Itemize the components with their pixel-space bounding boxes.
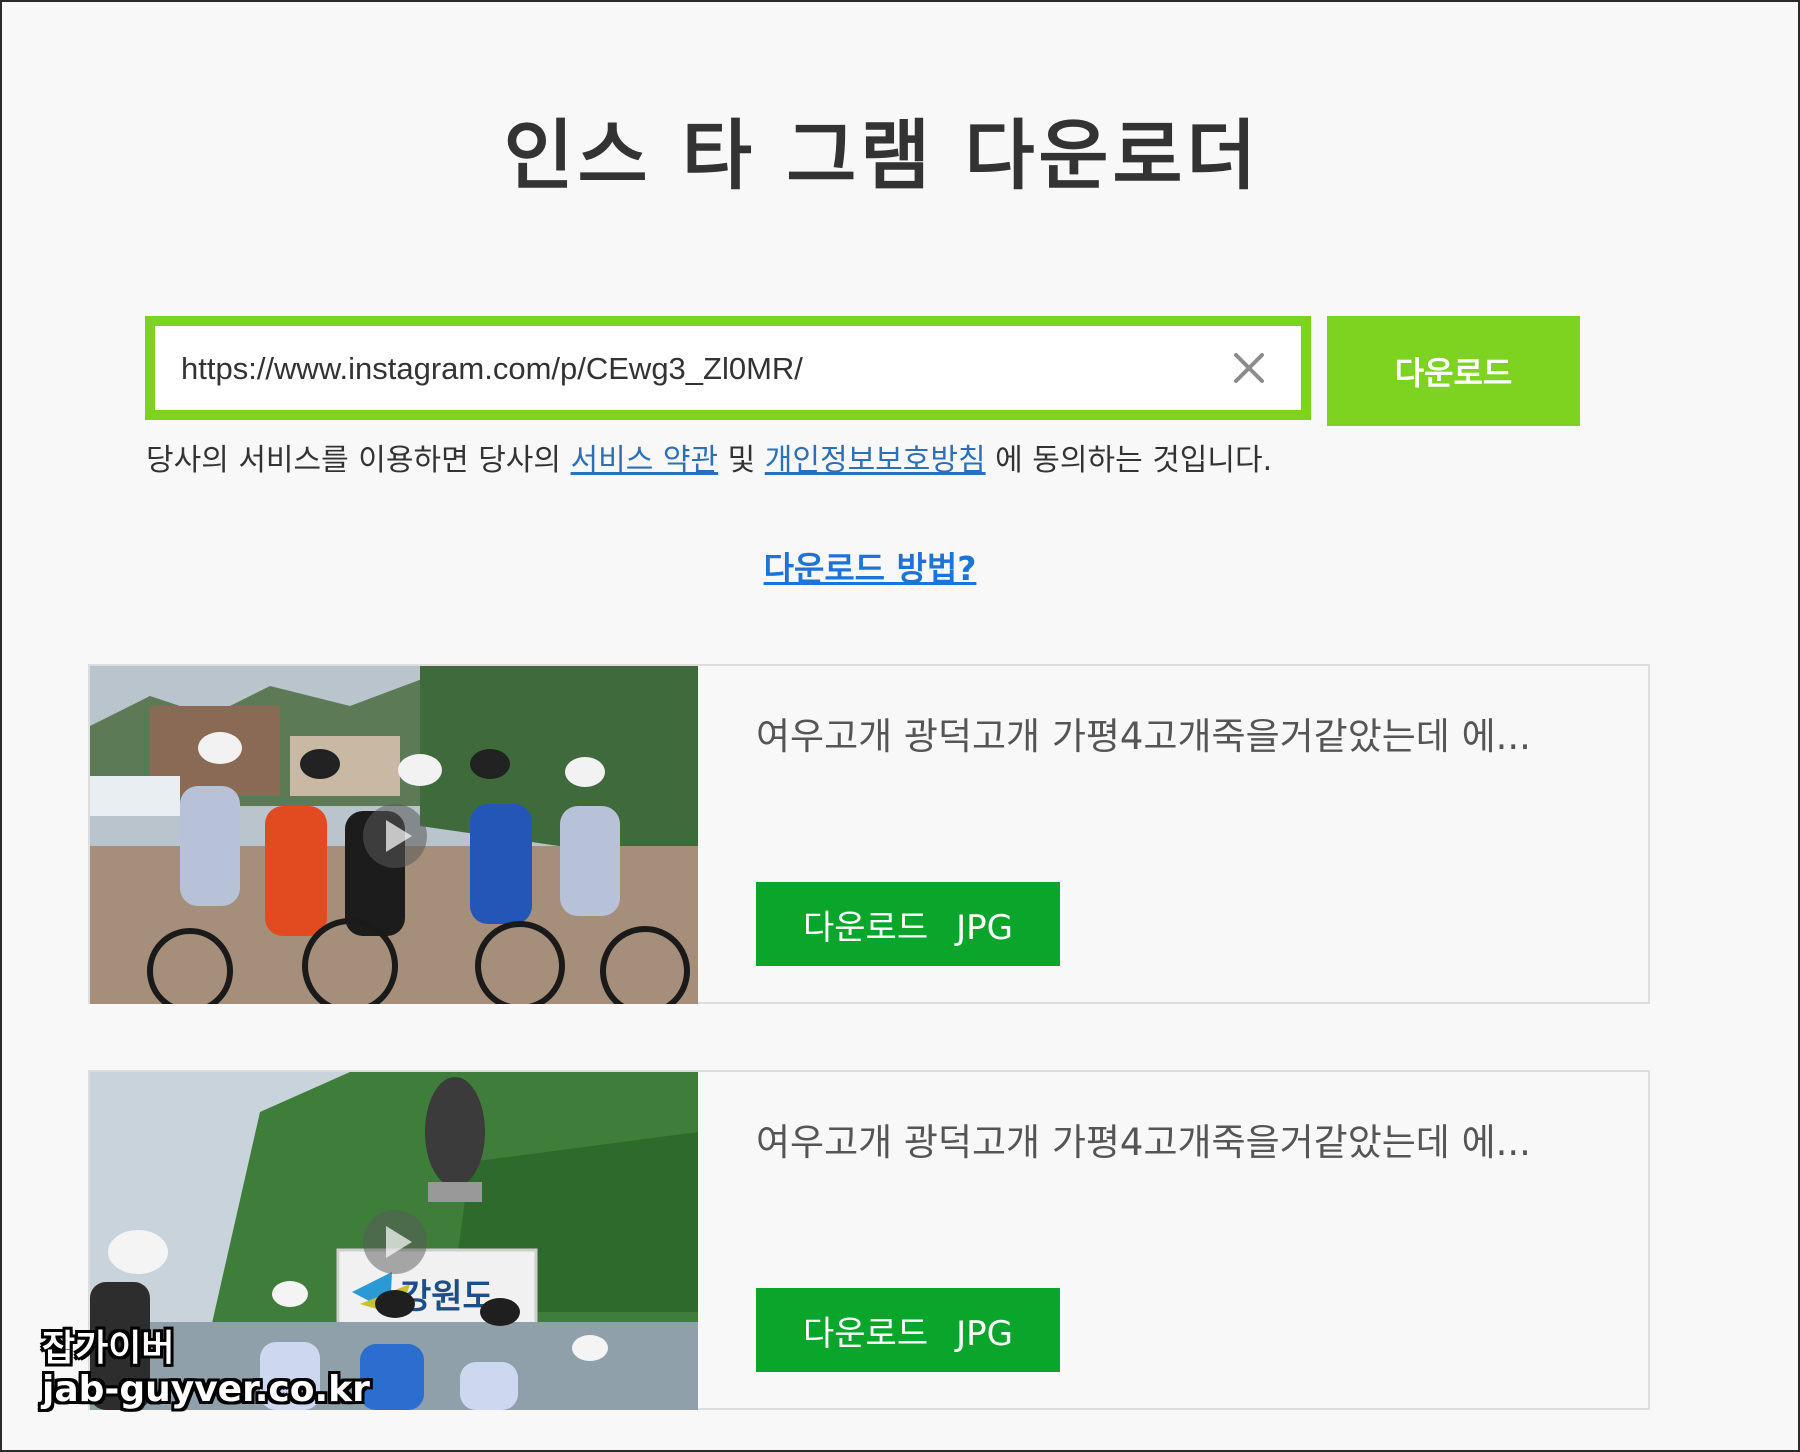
download-format-label: JPG bbox=[956, 1313, 1013, 1354]
how-to-download-link[interactable]: 다운로드 방법? bbox=[764, 549, 977, 588]
watermark-url: jab-guyver.co.kr bbox=[42, 1369, 370, 1411]
download-format-label: JPG bbox=[956, 907, 1013, 948]
terms-of-service-link[interactable]: 서비스 약관 bbox=[571, 443, 719, 478]
download-jpg-label: 다운로드 bbox=[802, 907, 929, 948]
url-input[interactable] bbox=[179, 326, 1223, 412]
download-jpg-label: 다운로드 bbox=[802, 1313, 929, 1354]
download-jpg-button[interactable]: 다운로드 JPG bbox=[756, 1288, 1060, 1372]
privacy-policy-link[interactable]: 개인정보보호방침 bbox=[765, 443, 986, 478]
result-caption: 여우고개 광덕고개 가평4고개죽을거같았는데 에... bbox=[756, 1121, 1531, 1164]
result-card: 여우고개 광덕고개 가평4고개죽을거같았는데 에... 다운로드 JPG bbox=[88, 664, 1650, 1004]
watermark: 잡가이버 jab-guyver.co.kr bbox=[42, 1328, 370, 1411]
download-jpg-button[interactable]: 다운로드 JPG bbox=[756, 882, 1060, 966]
watermark-name: 잡가이버 bbox=[42, 1328, 175, 1369]
result-thumbnail[interactable] bbox=[90, 666, 698, 1004]
terms-prefix: 당사의 서비스를 이용하면 당사의 bbox=[146, 443, 571, 478]
result-caption: 여우고개 광덕고개 가평4고개죽을거같았는데 에... bbox=[756, 715, 1531, 758]
download-button[interactable]: 다운로드 bbox=[1327, 316, 1580, 426]
close-icon[interactable] bbox=[1221, 340, 1277, 396]
page-frame: 인스 타 그램 다운로더 다운로드 당사의 서비스를 이용하면 당사의 서비스 … bbox=[0, 0, 1800, 1452]
page-title: 인스 타 그램 다운로더 bbox=[503, 111, 1261, 200]
terms-and: 및 bbox=[718, 443, 765, 478]
terms-suffix: 에 동의하는 것입니다. bbox=[985, 443, 1273, 478]
svg-text:강원도: 강원도 bbox=[400, 1277, 494, 1317]
howto-section: 다운로드 방법? bbox=[2, 542, 1738, 590]
url-input-box[interactable] bbox=[145, 316, 1311, 420]
terms-notice: 당사의 서비스를 이용하면 당사의 서비스 약관 및 개인정보보호방침 에 동의… bbox=[146, 435, 1272, 479]
